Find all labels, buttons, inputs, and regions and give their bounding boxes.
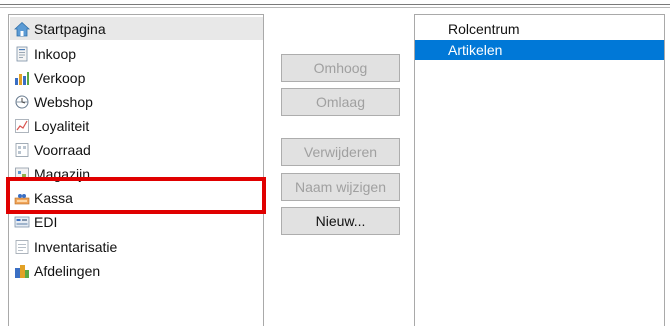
list-item-label: Loyaliteit bbox=[34, 117, 90, 134]
rename-button[interactable]: Naam wijzigen bbox=[281, 173, 400, 201]
list-item-label: Voorraad bbox=[34, 141, 91, 158]
list-item-label: Startpagina bbox=[34, 20, 106, 37]
home-icon bbox=[13, 21, 31, 37]
list-item-label: Artikelen bbox=[448, 42, 503, 58]
list-item-artikelen[interactable]: Artikelen bbox=[415, 40, 664, 60]
list-item-edi[interactable]: EDI bbox=[14, 210, 259, 233]
list-item-inkoop[interactable]: Inkoop bbox=[14, 42, 259, 65]
move-down-button[interactable]: Omlaag bbox=[281, 88, 400, 116]
cash-register-icon bbox=[14, 190, 30, 206]
list-item-startpagina[interactable]: Startpagina bbox=[10, 17, 263, 40]
inventory-icon bbox=[14, 142, 30, 158]
list-item-label: Verkoop bbox=[34, 69, 86, 86]
stocktake-icon bbox=[14, 239, 30, 255]
new-button[interactable]: Nieuw... bbox=[281, 207, 400, 235]
webshop-globe-icon bbox=[14, 94, 30, 110]
list-item-label: Inkoop bbox=[34, 45, 77, 62]
edi-icon bbox=[14, 214, 30, 230]
dialog-content: Startpagina Inkoop Verkoop Webshop Loyal… bbox=[0, 0, 670, 326]
list-item-afdelingen[interactable]: Afdelingen bbox=[14, 259, 259, 282]
list-item-label: Webshop bbox=[34, 93, 93, 110]
list-item-label: Afdelingen bbox=[34, 262, 101, 279]
warehouse-icon bbox=[14, 166, 30, 182]
list-item-webshop[interactable]: Webshop bbox=[14, 90, 259, 113]
list-item-inventarisatie[interactable]: Inventarisatie bbox=[14, 235, 259, 258]
list-item-label: Kassa bbox=[34, 189, 73, 206]
move-up-button[interactable]: Omhoog bbox=[281, 54, 400, 82]
loyalty-icon bbox=[14, 118, 30, 134]
divider bbox=[0, 7, 670, 8]
list-item-label: Magazijn bbox=[34, 165, 91, 182]
list-item-voorraad[interactable]: Voorraad bbox=[14, 138, 259, 161]
departments-icon bbox=[14, 263, 30, 279]
list-item-loyaliteit[interactable]: Loyaliteit bbox=[14, 114, 259, 137]
list-item-label: Inventarisatie bbox=[34, 238, 118, 255]
list-item-magazijn[interactable]: Magazijn bbox=[14, 162, 259, 185]
list-item-rolcentrum[interactable]: Rolcentrum bbox=[415, 19, 664, 39]
remove-button[interactable]: Verwijderen bbox=[281, 138, 400, 166]
list-item-label: EDI bbox=[34, 213, 58, 230]
list-item-label: Rolcentrum bbox=[448, 21, 520, 37]
list-item-kassa[interactable]: Kassa bbox=[14, 186, 259, 209]
available-items-list[interactable]: Startpagina Inkoop Verkoop Webshop Loyal… bbox=[8, 14, 264, 326]
sales-chart-icon bbox=[14, 70, 30, 86]
selected-items-list[interactable]: Rolcentrum Artikelen bbox=[414, 14, 665, 326]
purchase-icon bbox=[14, 46, 30, 62]
list-item-verkoop[interactable]: Verkoop bbox=[14, 66, 259, 89]
divider bbox=[0, 4, 670, 5]
